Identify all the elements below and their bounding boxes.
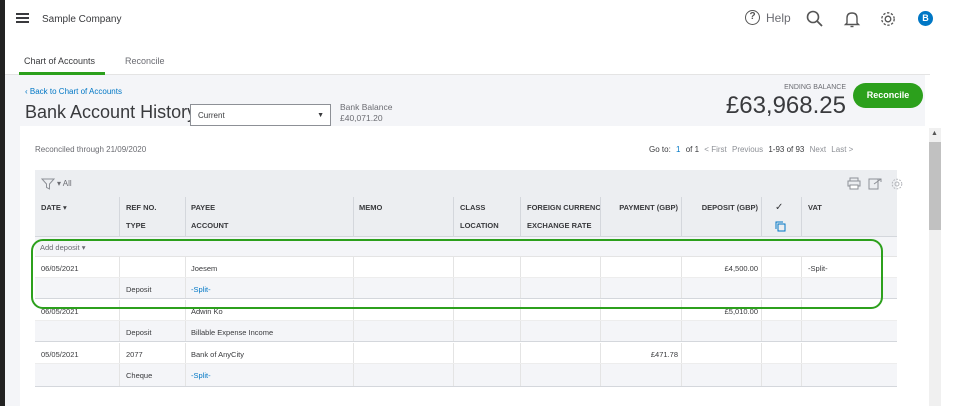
col-exchange-rate: EXCHANGE RATE <box>527 221 592 230</box>
ending-balance-label: ENDING BALANCE <box>784 84 846 91</box>
table-row[interactable]: Cheque -Split- <box>35 364 897 387</box>
col-divider <box>453 197 454 237</box>
pager-page-input[interactable]: 1 <box>676 145 680 154</box>
gear-icon[interactable] <box>878 9 898 29</box>
col-type: TYPE <box>126 221 146 230</box>
col-deposit: DEPOSIT (GBP) <box>701 203 758 212</box>
pager-previous[interactable]: Previous <box>732 145 763 154</box>
bell-icon[interactable] <box>842 9 862 29</box>
menu-icon[interactable] <box>16 13 29 23</box>
table-header: DATE ▾ REF NO. TYPE PAYEE ACCOUNT MEMO C… <box>35 197 897 237</box>
settings-icon[interactable] <box>890 177 904 191</box>
col-memo: MEMO <box>359 203 383 212</box>
pager-next[interactable]: Next <box>810 145 826 154</box>
page-title: Bank Account History <box>25 102 197 122</box>
bank-balance-label: Bank Balance <box>340 102 393 112</box>
col-reconcile-check: ✓ <box>775 202 784 213</box>
cell-payment: £471.78 <box>650 350 678 359</box>
col-divider <box>801 197 802 237</box>
bank-balance-value: £40,071.20 <box>340 113 383 123</box>
copy-icon <box>775 221 786 232</box>
col-account: ACCOUNT <box>191 221 229 230</box>
chevron-down-icon: ▼ <box>317 112 324 119</box>
table-row[interactable]: Deposit Billable Expense Income <box>35 321 897 342</box>
col-divider <box>520 197 521 237</box>
col-divider <box>119 197 120 237</box>
avatar[interactable]: B <box>918 11 933 26</box>
col-divider <box>353 197 354 237</box>
account-select[interactable]: Current ▼ <box>190 104 331 126</box>
print-icon[interactable] <box>847 177 861 190</box>
cell-ref-no: 2077 <box>126 350 143 359</box>
pager: Go to: 1 of 1 < First Previous 1-93 of 9… <box>649 145 856 154</box>
cell-date: 05/05/2021 <box>41 350 79 359</box>
cell-type: Deposit <box>126 328 152 337</box>
filter-label: All <box>62 179 72 188</box>
account-select-value: Current <box>198 111 225 120</box>
col-payee: PAYEE <box>191 203 216 212</box>
help-label: Help <box>766 10 791 25</box>
col-payment: PAYMENT (GBP) <box>619 203 678 212</box>
col-vat: VAT <box>808 203 822 212</box>
col-location: LOCATION <box>460 221 499 230</box>
cell-account-link[interactable]: -Split- <box>191 371 211 380</box>
page-scrollbar[interactable]: ▲ <box>925 128 956 406</box>
col-foreign-currency: FOREIGN CURRENC <box>527 203 601 212</box>
back-link[interactable]: ‹ Back to Chart of Accounts <box>25 87 122 96</box>
search-icon[interactable] <box>805 9 825 29</box>
company-name: Sample Company <box>42 14 122 25</box>
help-button[interactable]: ? Help <box>745 10 791 25</box>
back-link-label: Back to Chart of Accounts <box>29 87 122 96</box>
col-date[interactable]: DATE ▾ <box>41 203 67 212</box>
reconciled-through: Reconciled through 21/09/2020 <box>35 145 147 154</box>
col-divider <box>761 197 762 237</box>
cell-type: Cheque <box>126 371 153 380</box>
pager-of-label: of 1 <box>685 145 700 154</box>
scroll-thumb[interactable] <box>929 142 941 230</box>
col-divider <box>600 197 601 237</box>
col-divider <box>185 197 186 237</box>
filter-dropdown[interactable]: ▾ All <box>57 179 72 188</box>
col-class: CLASS <box>460 203 486 212</box>
top-bar: Sample Company ? Help B <box>5 0 956 40</box>
ending-balance-value: £63,968.25 <box>725 92 846 119</box>
cell-account: Billable Expense Income <box>191 328 274 337</box>
col-divider <box>681 197 682 237</box>
tab-reconcile[interactable]: Reconcile <box>125 56 165 66</box>
pager-last[interactable]: Last > <box>831 145 853 154</box>
table-row[interactable]: 05/05/2021 2077 Bank of AnyCity £471.78 <box>35 343 897 364</box>
tab-bar: Chart of Accounts Reconcile <box>5 40 930 75</box>
cell-payee: Bank of AnyCity <box>191 350 244 359</box>
tab-chart-of-accounts[interactable]: Chart of Accounts <box>24 56 95 66</box>
filter-bar: ▾ All <box>35 170 903 197</box>
scroll-up-icon[interactable]: ▲ <box>931 130 938 137</box>
highlight-box <box>31 239 883 309</box>
pager-range: 1-93 of 93 <box>768 145 805 154</box>
help-icon: ? <box>745 10 760 25</box>
filter-icon[interactable] <box>41 178 55 190</box>
pager-first[interactable]: < First <box>704 145 726 154</box>
col-ref-no: REF NO. <box>126 203 157 212</box>
pager-goto-label: Go to: <box>649 145 671 154</box>
reconcile-button[interactable]: Reconcile <box>853 83 923 108</box>
export-icon[interactable] <box>868 177 882 190</box>
